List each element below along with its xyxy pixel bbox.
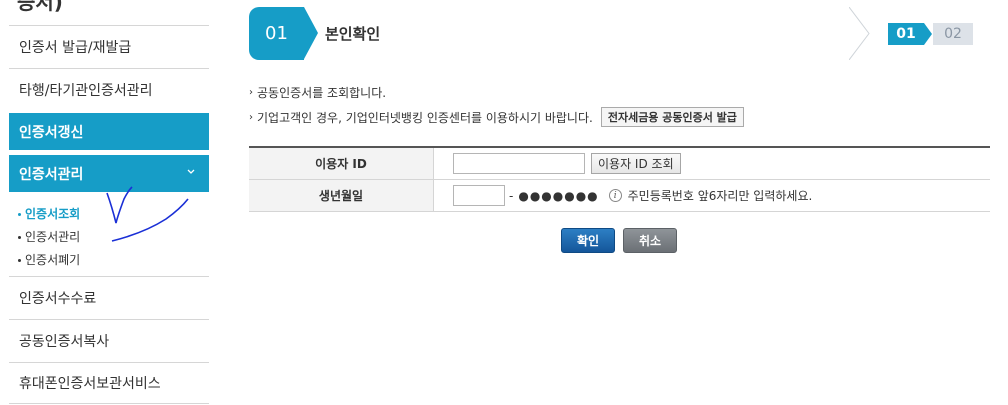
page-title: 본인확인: [325, 25, 381, 43]
sidebar-item-label: 인증서관리: [19, 166, 84, 183]
divider: [9, 403, 209, 404]
masked-digits: ●●●●●●●: [518, 188, 599, 203]
sidebar: 증서) 인증서 발급/재발급 타행/타기관인증서관리 인증서갱신 인증서관리 인…: [9, 0, 209, 405]
step-arrow: [304, 7, 318, 59]
field-label: 생년월일: [249, 180, 434, 211]
info-line: › 기업고객인 경우, 기업인터넷뱅킹 인증센터를 이용하시기 바랍니다. 전자…: [249, 107, 744, 127]
step-badge-next: 02: [933, 23, 973, 45]
sidebar-item-label: 인증서갱신: [19, 124, 84, 141]
sidebar-item-renew[interactable]: 인증서갱신: [9, 113, 209, 150]
arrow-right-icon: ›: [249, 86, 253, 98]
sidebar-title: 증서): [17, 0, 63, 14]
sidebar-item-copy[interactable]: 공동인증서복사: [9, 320, 209, 362]
birth-hint: 주민등록번호 앞6자리만 입력하세요.: [627, 189, 813, 203]
sidebar-item-issue[interactable]: 인증서 발급/재발급: [9, 26, 209, 68]
step-number: 01: [249, 7, 304, 60]
user-id-lookup-button[interactable]: 이용자 ID 조회: [591, 153, 681, 174]
sidebar-item-other-bank[interactable]: 타행/타기관인증서관리: [9, 69, 209, 111]
step-header: 01 본인확인 01 02: [249, 7, 989, 60]
birth-date-input[interactable]: [453, 185, 505, 206]
user-id-input[interactable]: [453, 153, 585, 174]
birth-dash: -: [509, 188, 515, 203]
tax-cert-issue-button[interactable]: 전자세금용 공동인증서 발급: [600, 107, 744, 127]
step-badge-current: 01: [888, 23, 924, 45]
confirm-button[interactable]: 확인: [561, 228, 615, 253]
sidebar-item-manage[interactable]: 인증서관리: [9, 155, 209, 192]
sub-item-manage[interactable]: 인증서관리: [18, 228, 80, 245]
form-row-user-id: 이용자 ID 이용자 ID 조회: [249, 148, 990, 180]
identity-form: 이용자 ID 이용자 ID 조회 생년월일 - ●●●●●●● i 주민등록번호…: [249, 146, 990, 212]
cancel-button[interactable]: 취소: [623, 228, 677, 253]
field-label: 이용자 ID: [249, 148, 434, 179]
step-badge-tip: [924, 23, 932, 45]
handwritten-annotation: [106, 186, 189, 242]
arrow-right-icon: ›: [249, 111, 253, 123]
chevron-down-icon: [187, 169, 195, 174]
sub-item-revoke[interactable]: 인증서폐기: [18, 251, 80, 268]
info-line: › 공동인증서를 조회합니다.: [249, 85, 387, 100]
sidebar-item-mobile[interactable]: 휴대폰인증서보관서비스: [9, 363, 209, 403]
form-row-birth: 생년월일 - ●●●●●●● i 주민등록번호 앞6자리만 입력하세요.: [249, 180, 990, 212]
sidebar-item-fee[interactable]: 인증서수수료: [9, 277, 209, 319]
info-icon: i: [608, 189, 622, 202]
step-divider: [849, 7, 889, 60]
sub-item-lookup[interactable]: 인증서조회: [18, 205, 80, 222]
